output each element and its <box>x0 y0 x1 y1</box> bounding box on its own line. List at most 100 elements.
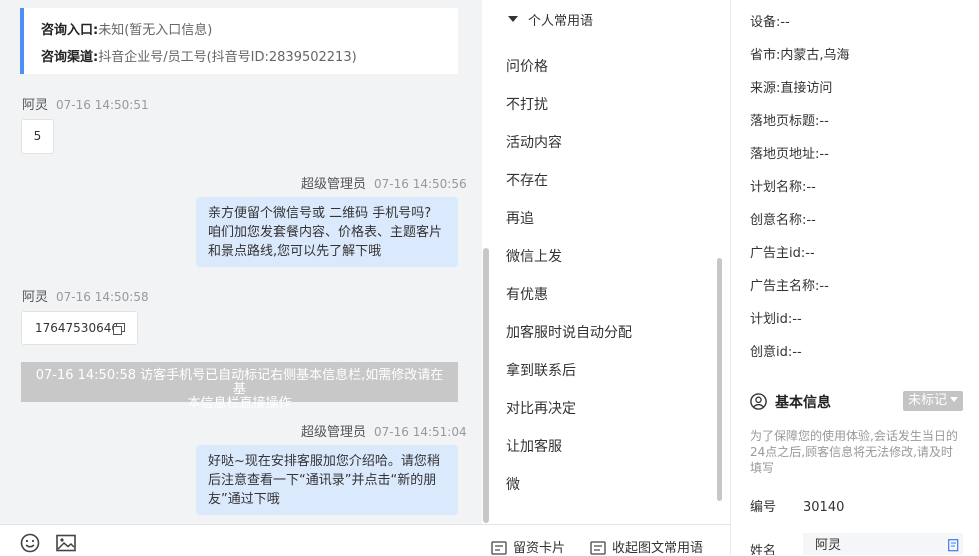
message-time: 07-16 14:50:58 <box>56 290 149 304</box>
mark-status-select[interactable]: 未标记 <box>903 391 963 411</box>
name-input[interactable]: 阿灵 <box>803 533 963 555</box>
info-value: -- <box>806 213 816 228</box>
message-text-line: 后注意查看一下“通讯录”并点击“新的朋 <box>208 473 437 488</box>
emoji-icon[interactable] <box>20 533 40 553</box>
message-text: 5 <box>33 129 42 143</box>
phrase-panel: 个人常用语 问价格 不打扰 活动内容 不存在 再追 微信上发 有优惠 加客服时说… <box>490 0 730 524</box>
message-time: 07-16 14:51:04 <box>374 425 467 439</box>
info-value: -- <box>819 279 829 294</box>
collapse-phrases-label: 收起图文常用语 <box>612 541 704 556</box>
copy-icon[interactable] <box>113 323 125 335</box>
message-text-line: 友”通过下哦 <box>208 492 280 507</box>
chat-scrollbar[interactable] <box>483 248 489 523</box>
consult-channel-label: 咨询渠道: <box>41 50 99 65</box>
message-text-line: 亲方便留个微信号或 二维码 手机号吗? <box>208 206 432 221</box>
info-row-source: 来源:直接访问 <box>750 77 832 96</box>
message-text-line: 好哒~现在安排客服加您介绍哈。请您稍 <box>208 454 440 469</box>
message-time: 07-16 14:50:51 <box>56 98 149 112</box>
edit-deadline-notice: 为了保障您的使用体验,会话发生当日的24点之后,顾客信息将无法修改,请及时填写 <box>750 429 958 475</box>
system-notice-line: 07-16 14:50:58 访客手机号已自动标记右侧基本信息栏,如需修改请在基 <box>35 368 444 397</box>
info-label: 计划名称: <box>750 180 807 195</box>
phrase-item[interactable]: 有优惠 <box>506 284 548 304</box>
phrase-scrollbar[interactable] <box>717 258 722 501</box>
phrase-item[interactable]: 拿到联系后 <box>506 360 576 380</box>
basic-info-header: 基本信息 <box>750 392 831 412</box>
message-bubble[interactable]: 5 <box>21 119 54 154</box>
info-value: -- <box>792 345 802 360</box>
info-label: 落地页标题: <box>750 114 820 129</box>
message-bubble[interactable]: 好哒~现在安排客服加您介绍哈。请您稍 后注意查看一下“通讯录”并点击“新的朋 友… <box>196 445 458 515</box>
info-value: -- <box>819 147 829 162</box>
info-value: -- <box>792 312 802 327</box>
info-label: 创意名称: <box>750 213 807 228</box>
message-text-line: 咱们加您发套餐内容、价格表、主题客片 <box>208 225 443 240</box>
phrase-item[interactable]: 让加客服 <box>506 436 562 456</box>
visitor-info-panel: 设备:-- 省市:内蒙古,乌海 来源:直接访问 落地页标题:-- 落地页地址:-… <box>731 0 979 555</box>
system-notice: 07-16 14:50:58 访客手机号已自动标记右侧基本信息栏,如需修改请在基… <box>21 362 458 411</box>
info-value: -- <box>805 246 815 261</box>
info-row-creative-name: 创意名称:-- <box>750 209 816 228</box>
phrase-item[interactable]: 对比再决定 <box>506 398 576 418</box>
phrase-item[interactable]: 微信上发 <box>506 246 562 266</box>
phrase-item[interactable]: 问价格 <box>506 56 548 76</box>
message-text-line: 和景点路线,您可以先了解下哦 <box>208 244 382 259</box>
info-row-landing-title: 落地页标题:-- <box>750 110 829 129</box>
consult-channel: 咨询渠道:抖音企业号/员工号(抖音号ID:2839502213) <box>41 46 357 65</box>
info-row-plan-name: 计划名称:-- <box>750 176 816 195</box>
name-value: 阿灵 <box>815 538 842 553</box>
info-label: 广告主id: <box>750 246 806 261</box>
message-meta: 超级管理员 07-16 14:50:56 <box>301 173 467 192</box>
info-value: 直接访问 <box>780 81 833 96</box>
lead-card-label: 留资卡片 <box>513 541 566 556</box>
name-label: 姓名 <box>750 544 777 555</box>
info-row-advertiser-id: 广告主id:-- <box>750 242 815 261</box>
phrase-item[interactable]: 不打扰 <box>506 94 548 114</box>
consult-entry-label: 咨询入口: <box>41 23 99 38</box>
image-icon[interactable] <box>56 533 76 553</box>
chat-panel: 咨询入口:未知(暂无入口信息) 咨询渠道:抖音企业号/员工号(抖音号ID:283… <box>0 0 482 524</box>
phrase-item[interactable]: 活动内容 <box>506 132 562 152</box>
message-bubble[interactable]: 17647530646 <box>21 311 138 345</box>
info-row-plan-id: 计划id:-- <box>750 308 802 327</box>
info-label: 落地页地址: <box>750 147 820 162</box>
message-sender: 超级管理员 <box>301 425 367 440</box>
info-row-region: 省市:内蒙古,乌海 <box>750 44 850 63</box>
phrase-group-header[interactable]: 个人常用语 <box>508 10 593 29</box>
card-icon <box>491 541 507 555</box>
collapse-phrases-button[interactable]: 收起图文常用语 <box>590 537 703 556</box>
consult-info-card: 咨询入口:未知(暂无入口信息) 咨询渠道:抖音企业号/员工号(抖音号ID:283… <box>20 8 458 74</box>
chat-toolbar <box>0 524 482 556</box>
lead-card-button[interactable]: 留资卡片 <box>491 537 565 556</box>
message-time: 07-16 14:50:56 <box>374 177 467 191</box>
user-circle-icon <box>750 393 767 410</box>
phrase-item[interactable]: 微 <box>506 474 520 494</box>
message-bubble[interactable]: 亲方便留个微信号或 二维码 手机号吗? 咱们加您发套餐内容、价格表、主题客片 和… <box>196 197 458 267</box>
info-label: 来源: <box>750 81 781 96</box>
message-meta: 阿灵 07-16 14:50:51 <box>22 94 149 113</box>
phrase-item[interactable]: 再追 <box>506 208 534 228</box>
message-sender: 超级管理员 <box>301 177 367 192</box>
info-label: 创意id: <box>750 345 793 360</box>
phrase-item[interactable]: 不存在 <box>506 170 548 190</box>
info-row-creative-id: 创意id:-- <box>750 341 802 360</box>
mark-status-value: 未标记 <box>907 393 947 408</box>
info-value: -- <box>819 114 829 129</box>
info-label: 计划id: <box>750 312 793 327</box>
caret-down-icon <box>950 397 958 402</box>
info-value: -- <box>806 180 816 195</box>
id-field: 编号 30140 <box>750 496 844 515</box>
id-value: 30140 <box>803 500 845 515</box>
id-label: 编号 <box>750 500 777 515</box>
info-value: 内蒙古,乌海 <box>780 48 850 63</box>
basic-info-title: 基本信息 <box>775 395 831 411</box>
consult-entry: 咨询入口:未知(暂无入口信息) <box>41 19 212 38</box>
message-icon <box>590 541 606 555</box>
caret-down-icon <box>508 16 518 22</box>
message-sender: 阿灵 <box>22 290 49 305</box>
edit-icon[interactable] <box>948 539 960 552</box>
system-notice-line: 本信息栏直接操作 <box>187 396 292 411</box>
phrase-group-title: 个人常用语 <box>528 14 594 29</box>
message-meta: 超级管理员 07-16 14:51:04 <box>301 421 467 440</box>
consult-entry-value: 未知(暂无入口信息) <box>98 23 213 38</box>
phrase-item[interactable]: 加客服时说自动分配 <box>506 322 632 342</box>
